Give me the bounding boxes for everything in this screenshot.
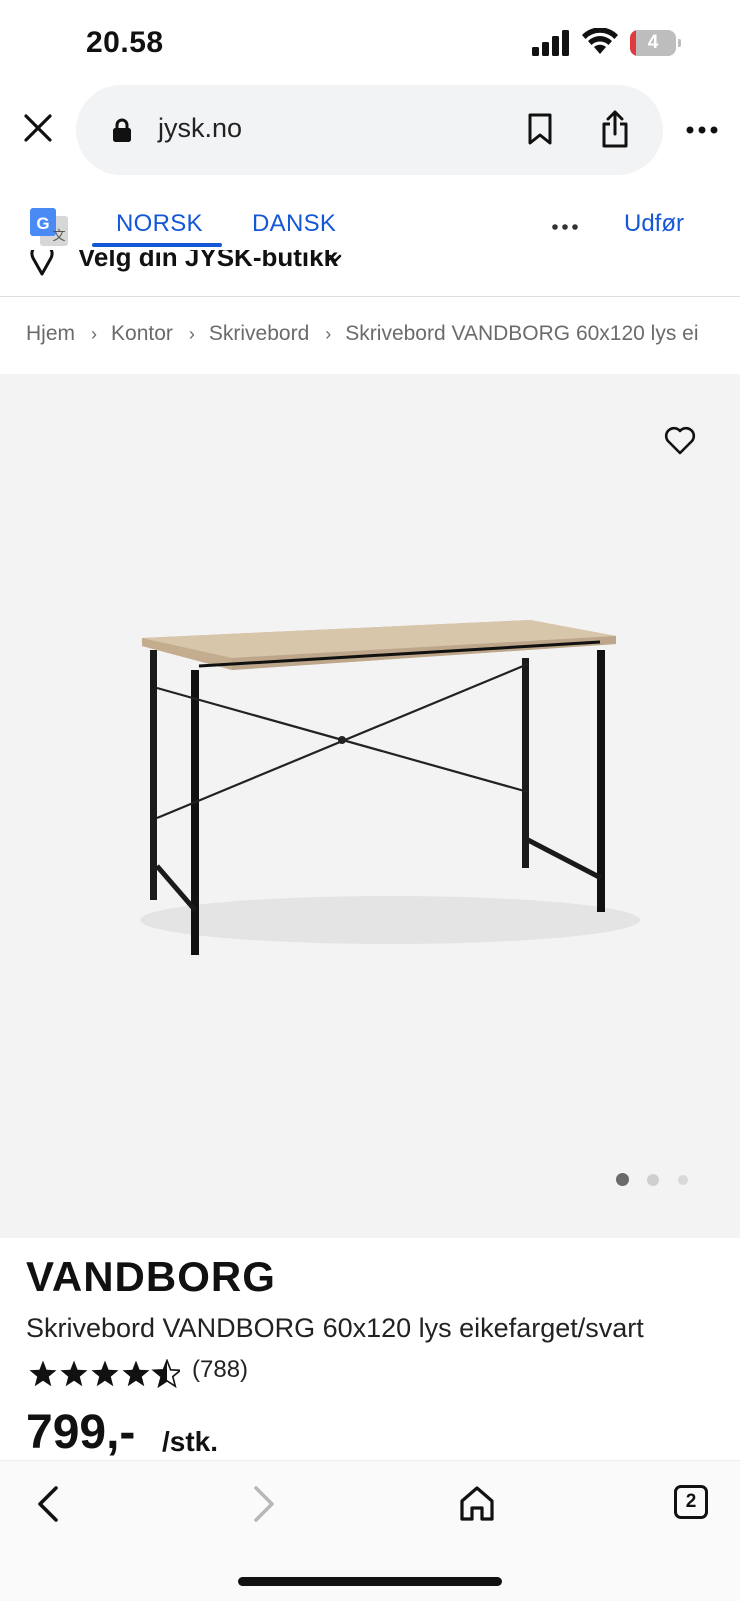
tab-dansk[interactable]: DANSK — [252, 210, 336, 238]
wifi-icon — [582, 28, 618, 54]
product-price: 799,- — [26, 1406, 136, 1459]
product-image-desk — [140, 620, 640, 955]
bookmark-icon[interactable] — [527, 113, 553, 145]
store-picker[interactable]: Velg din JYSK-butikk — [0, 250, 740, 276]
translate-action-button[interactable]: Udfør — [624, 210, 684, 238]
back-arrow-icon[interactable] — [34, 1484, 64, 1524]
battery-level: 4 — [647, 32, 659, 53]
lock-icon — [113, 118, 131, 142]
price-unit: /stk. — [162, 1426, 219, 1457]
more-options-icon[interactable] — [686, 126, 718, 134]
tab-norsk[interactable]: NORSK — [116, 210, 203, 238]
url-text[interactable]: jysk.no — [158, 113, 242, 144]
svg-text:G: G — [36, 214, 49, 233]
breadcrumb-item[interactable]: Skrivebord — [209, 322, 309, 346]
product-brand: VANDBORG — [26, 1253, 276, 1300]
header-divider — [0, 296, 740, 297]
share-icon[interactable] — [600, 110, 630, 148]
breadcrumb-item[interactable]: Kontor — [111, 322, 173, 346]
signal-icon — [532, 30, 569, 56]
product-name: Skrivebord VANDBORG 60x120 lys eikefarge… — [26, 1313, 644, 1343]
tabs-button[interactable]: 2 — [674, 1485, 708, 1519]
google-translate-icon[interactable]: G 文 — [28, 206, 70, 248]
chevron-down-icon — [328, 254, 342, 263]
breadcrumb-separator-icon: › — [188, 323, 195, 344]
gallery-dot[interactable] — [678, 1175, 688, 1185]
svg-text:文: 文 — [52, 229, 65, 244]
breadcrumb-separator-icon: › — [325, 323, 332, 344]
breadcrumb-current: Skrivebord VANDBORG 60x120 lys ei — [345, 322, 699, 345]
rating-stars[interactable] — [28, 1359, 180, 1389]
home-icon[interactable] — [458, 1484, 496, 1522]
home-indicator — [238, 1577, 502, 1586]
battery-icon: 4 — [630, 30, 682, 56]
breadcrumb-item[interactable]: Hjem — [26, 322, 75, 346]
review-count[interactable]: (788) — [192, 1356, 248, 1384]
forward-arrow-icon[interactable] — [248, 1484, 278, 1524]
breadcrumb-separator-icon: › — [91, 323, 98, 344]
close-icon[interactable] — [22, 112, 54, 144]
store-picker-label[interactable]: Velg din JYSK-butikk — [78, 250, 338, 273]
favorite-heart-icon[interactable] — [664, 426, 696, 456]
gallery-dot-active[interactable] — [616, 1173, 629, 1186]
breadcrumb: Hjem › Kontor › Skrivebord › Skrivebord … — [26, 322, 716, 346]
translate-more-icon[interactable] — [552, 224, 578, 230]
location-pin-icon — [30, 250, 54, 276]
gallery-dot[interactable] — [647, 1174, 659, 1186]
active-tab-indicator — [92, 243, 222, 247]
status-time: 20.58 — [86, 26, 164, 59]
